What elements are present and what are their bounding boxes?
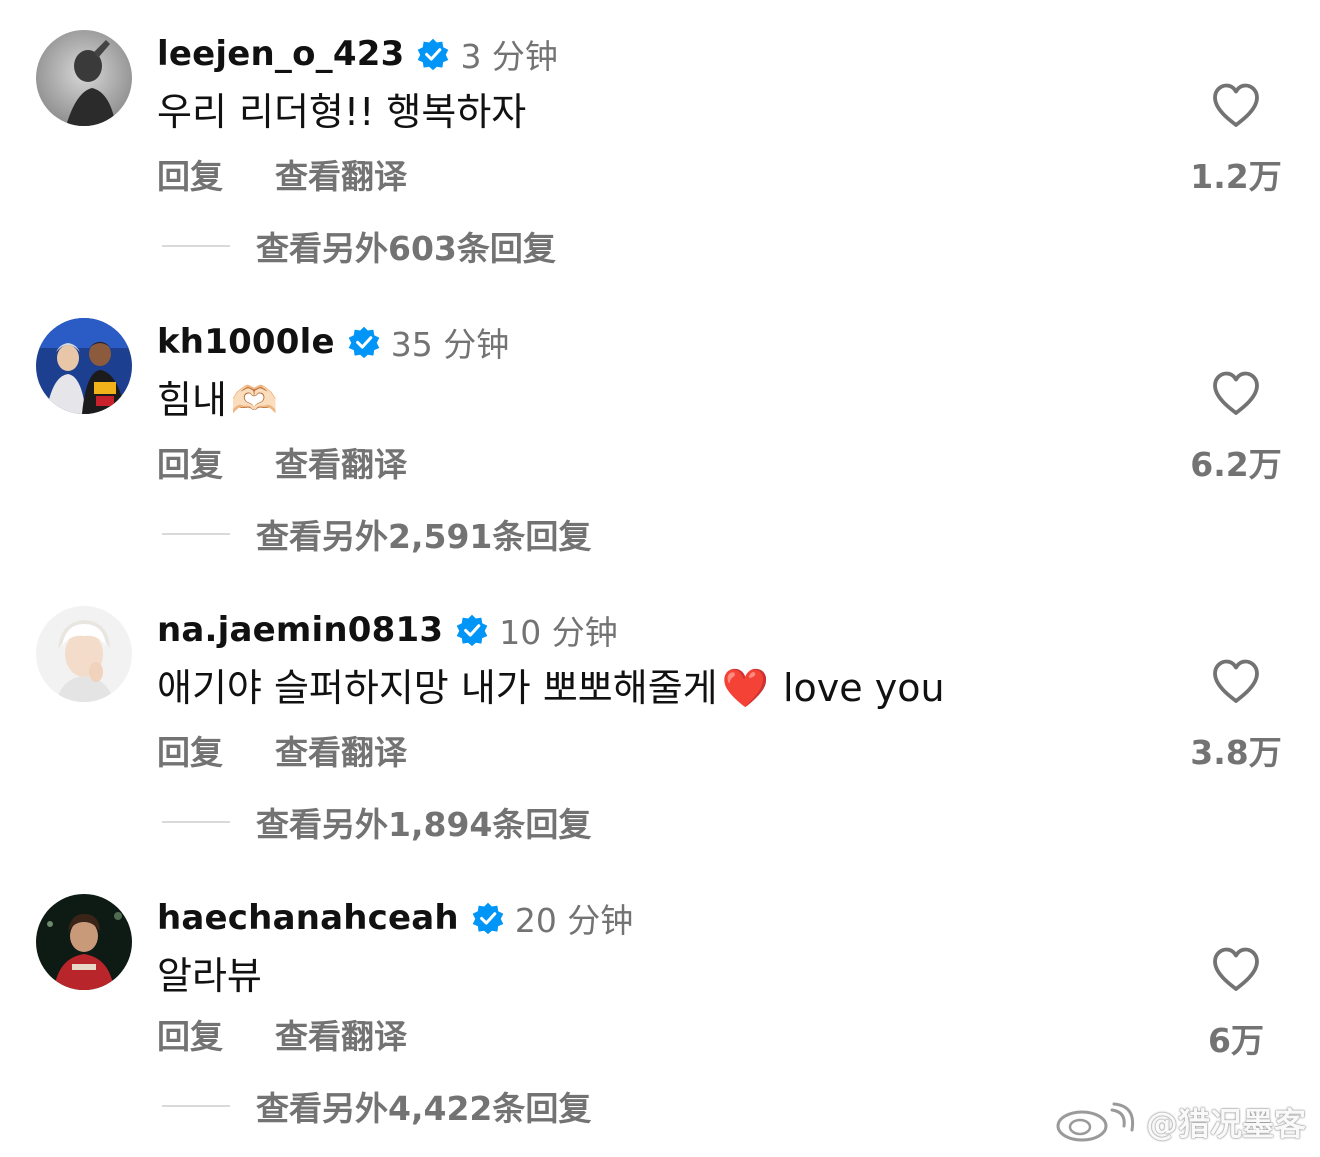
- like-count: 1.2万: [1190, 157, 1282, 196]
- comment-text: 알라뷰: [157, 948, 262, 1004]
- comment-item: na.jaemin0813 10 分钟 애기야 슬퍼하지망 내가 뽀뽀해줄게 ❤…: [0, 576, 1320, 864]
- like-count: 3.8万: [1190, 733, 1282, 772]
- view-replies-label[interactable]: 查看另外4,422条回复: [256, 1082, 591, 1130]
- comment-text-body: 애기야 슬퍼하지망 내가 뽀뽀해줄게: [157, 666, 718, 710]
- username[interactable]: kh1000le: [157, 322, 335, 362]
- heart-outline-icon[interactable]: [1211, 658, 1261, 704]
- comment-header: leejen_o_423 3 分钟: [157, 30, 558, 78]
- comment-text: 우리 리더형!! 행복하자: [157, 84, 526, 140]
- avatar[interactable]: [36, 318, 132, 414]
- translate-button[interactable]: 查看翻译: [275, 726, 407, 774]
- comment-time: 3 分钟: [460, 37, 558, 76]
- comment-text-body: 힘내: [157, 378, 227, 422]
- comment-time: 35 分钟: [390, 325, 510, 364]
- comment-text-suffix: love you: [782, 666, 945, 710]
- avatar[interactable]: [36, 606, 132, 702]
- comment-text: 힘내 🫶🏻: [157, 372, 278, 428]
- comment-header: haechanahceah 20 分钟: [157, 894, 633, 942]
- comment-item: leejen_o_423 3 分钟 우리 리더형!! 행복하자 回复 查看翻译 …: [0, 0, 1320, 288]
- view-replies[interactable]: 查看另外4,422条回复: [162, 1082, 591, 1130]
- heart-hands-emoji: 🫶🏻: [230, 378, 279, 422]
- reply-button[interactable]: 回复: [157, 438, 223, 486]
- username[interactable]: leejen_o_423: [157, 34, 404, 74]
- avatar[interactable]: [36, 894, 132, 990]
- comment-time: 10 分钟: [499, 613, 618, 652]
- translate-button[interactable]: 查看翻译: [275, 438, 407, 486]
- comment-header: na.jaemin0813 10 分钟: [157, 606, 618, 654]
- verified-badge-icon: [471, 901, 505, 935]
- reply-button[interactable]: 回复: [157, 1010, 223, 1058]
- divider-line: [162, 821, 230, 823]
- comment-item: kh1000le 35 分钟 힘내 🫶🏻 回复 查看翻译 查看另外2,591条回…: [0, 288, 1320, 576]
- comment-time: 20 分钟: [514, 901, 634, 940]
- view-replies[interactable]: 查看另外603条回复: [162, 222, 556, 270]
- divider-line: [162, 533, 230, 535]
- view-replies-label[interactable]: 查看另外2,591条回复: [256, 510, 591, 558]
- verified-badge-icon: [416, 37, 450, 71]
- weibo-logo-icon: [1056, 1102, 1135, 1142]
- username[interactable]: na.jaemin0813: [157, 610, 443, 650]
- translate-button[interactable]: 查看翻译: [275, 150, 407, 198]
- like-count: 6.2万: [1190, 445, 1282, 484]
- reply-button[interactable]: 回复: [157, 726, 223, 774]
- comment-actions: 回复 查看翻译: [157, 726, 407, 774]
- divider-line: [162, 245, 230, 247]
- view-replies-label[interactable]: 查看另外603条回复: [256, 222, 556, 270]
- comment-text-body: 우리 리더형!! 행복하자: [157, 90, 527, 134]
- comment-actions: 回复 查看翻译: [157, 438, 407, 486]
- heart-outline-icon[interactable]: [1211, 370, 1261, 416]
- verified-badge-icon: [347, 325, 381, 359]
- comment-actions: 回复 查看翻译: [157, 150, 407, 198]
- red-heart-emoji: ❤️: [721, 666, 769, 710]
- comment-actions: 回复 查看翻译: [157, 1010, 407, 1058]
- avatar[interactable]: [36, 30, 132, 126]
- translate-button[interactable]: 查看翻译: [275, 1010, 407, 1058]
- verified-badge-icon: [455, 613, 489, 647]
- heart-outline-icon[interactable]: [1211, 82, 1261, 128]
- comment-text: 애기야 슬퍼하지망 내가 뽀뽀해줄게 ❤️ love you: [157, 660, 945, 716]
- heart-outline-icon[interactable]: [1211, 946, 1261, 992]
- like-control: 6万: [1170, 946, 1302, 1062]
- like-control: 6.2万: [1170, 370, 1302, 486]
- watermark-text: @猎况墨客: [1145, 1105, 1306, 1143]
- view-replies-label[interactable]: 查看另外1,894条回复: [256, 798, 591, 846]
- comment-header: kh1000le 35 分钟: [157, 318, 509, 366]
- username[interactable]: haechanahceah: [157, 898, 459, 938]
- view-replies[interactable]: 查看另外1,894条回复: [162, 798, 591, 846]
- divider-line: [162, 1105, 230, 1107]
- like-control: 3.8万: [1170, 658, 1302, 774]
- watermark: @猎况墨客: [1054, 1099, 1306, 1145]
- like-count: 6万: [1208, 1021, 1264, 1060]
- reply-button[interactable]: 回复: [157, 150, 223, 198]
- like-control: 1.2万: [1170, 82, 1302, 198]
- view-replies[interactable]: 查看另外2,591条回复: [162, 510, 591, 558]
- comment-text-body: 알라뷰: [157, 954, 262, 998]
